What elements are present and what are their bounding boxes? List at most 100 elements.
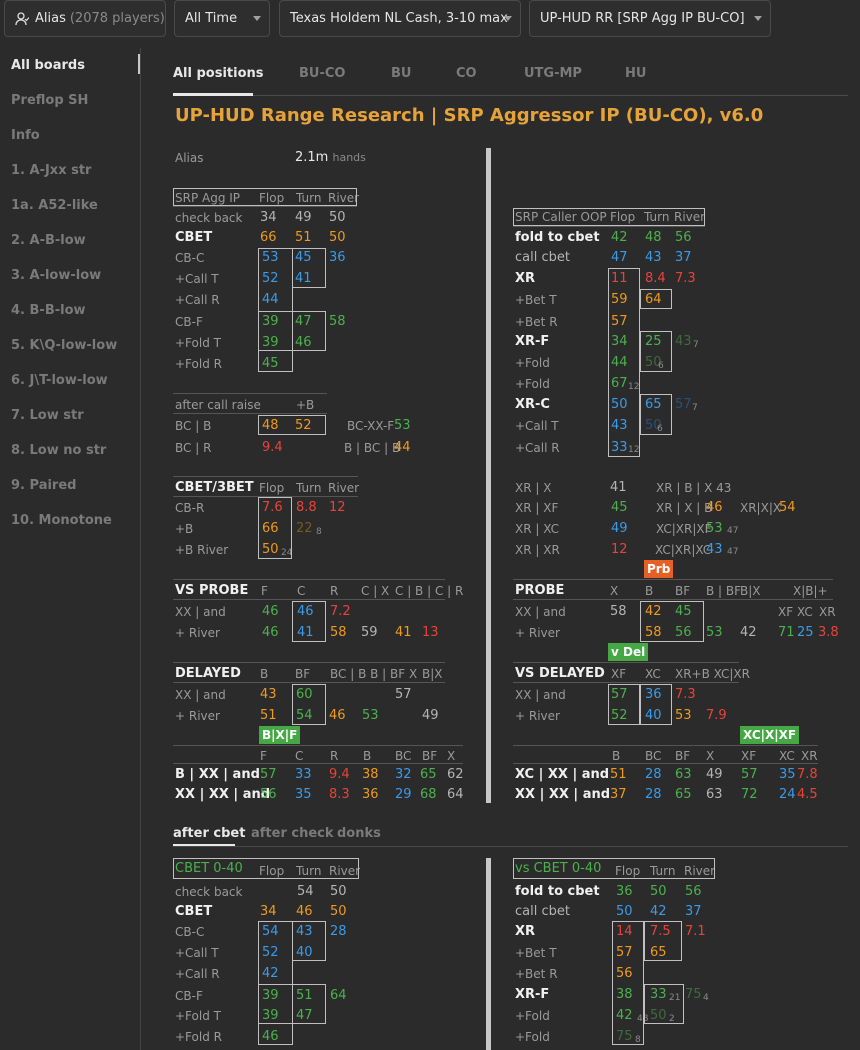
header-underline	[173, 662, 445, 663]
row-label: + River	[515, 709, 560, 723]
game-dropdown[interactable]: Texas Holdem NL Cash, 3-10 max	[279, 0, 521, 37]
vs-delayed-filter-button[interactable]: v Del	[608, 643, 649, 661]
stat-value: 65	[420, 767, 437, 782]
sample-count: 47	[727, 526, 739, 536]
header-underline	[513, 599, 833, 600]
fold-highlight-box	[258, 311, 326, 351]
tab-all-positions[interactable]: All positions	[173, 66, 264, 81]
tab-utg-mp[interactable]: UTG-MP	[524, 66, 582, 81]
row-label: check back	[175, 885, 243, 899]
tab-bu-co[interactable]: BU-CO	[299, 66, 345, 81]
sidebar-item-all-boards[interactable]: All boards	[11, 58, 85, 73]
alias-selector[interactable]: Alias (2078 players)	[4, 0, 166, 37]
tab-bu[interactable]: BU	[391, 66, 411, 81]
section-header: VS PROBE	[175, 583, 249, 598]
stat-value: 49	[422, 708, 439, 723]
col-header: C	[295, 749, 304, 763]
chevron-down-icon	[253, 16, 261, 21]
stat-value: 51	[260, 708, 277, 723]
col-header: X	[706, 749, 715, 763]
sample-count: 7	[692, 403, 698, 413]
stat-value: 3.8	[818, 625, 839, 640]
flop-highlight-box	[258, 921, 293, 1045]
row-label: XX | XX | and	[515, 787, 611, 802]
hud-dropdown[interactable]: UP-HUD RR [SRP Agg IP BU-CO]	[529, 0, 771, 37]
subtab-donks[interactable]: donks	[337, 826, 381, 841]
stat-value: 48	[645, 230, 662, 245]
col-header: BF	[675, 749, 691, 763]
stat-value: 35	[779, 767, 796, 782]
col-header: BC	[395, 749, 412, 763]
probe-filter-button[interactable]: Prb	[644, 560, 674, 578]
stat-value: 43	[260, 687, 277, 702]
sidebar-item-2-a-b-low[interactable]: 2. A-B-low	[11, 233, 86, 248]
subtab-divider	[173, 846, 848, 847]
tab-hu[interactable]: HU	[625, 66, 646, 81]
stat-value: 42	[650, 904, 667, 919]
stat-value: XR|X|X	[740, 501, 782, 515]
stat-value: 58	[610, 604, 627, 619]
highlight-box	[640, 289, 672, 309]
stat-value: 71	[778, 625, 795, 640]
header-underline	[173, 393, 327, 394]
row-label: +Call T	[515, 419, 559, 433]
stat-value: 59	[361, 625, 378, 640]
bxf-filter-button[interactable]: B|X|F	[259, 726, 301, 744]
sidebar-item-1a-a52-like[interactable]: 1a. A52-like	[11, 198, 98, 213]
row-label: XX | XX | and	[175, 787, 271, 802]
stat-value: 46	[296, 904, 313, 919]
stat-value: 7.9	[706, 708, 727, 723]
sidebar-item-10-monotone[interactable]: 10. Monotone	[11, 513, 112, 528]
tab-active-underline	[173, 93, 253, 96]
header-underline	[513, 662, 739, 663]
header-underline	[173, 682, 445, 683]
stat-value: 37	[610, 787, 627, 802]
header-underline	[513, 226, 705, 227]
stat-value: 53	[394, 418, 411, 433]
sidebar-item-6-j-t-low-low[interactable]: 6. J\T-low-low	[11, 373, 108, 388]
subtab-after-check[interactable]: after check	[251, 826, 334, 841]
tab-co[interactable]: CO	[456, 66, 477, 81]
highlight-box	[608, 268, 640, 457]
header-underline	[173, 413, 327, 414]
xcxxf-filter-button[interactable]: XC|X|XF	[740, 726, 800, 744]
turn-highlight-box	[292, 248, 326, 288]
sidebar-item-7-low-str[interactable]: 7. Low str	[11, 408, 84, 423]
stat-value: 34	[260, 904, 277, 919]
sidebar-item-info[interactable]: Info	[11, 128, 40, 143]
column-separator	[486, 148, 491, 803]
row-label: +Call T	[175, 946, 219, 960]
row-label: XR	[515, 271, 536, 286]
sidebar-item-8-low-no-str[interactable]: 8. Low no str	[11, 443, 106, 458]
stat-value: 28	[645, 767, 662, 782]
col-header: B	[645, 584, 654, 598]
highlight-box	[292, 601, 326, 642]
stat-value: 8.8	[296, 500, 317, 515]
stat-value: XF	[778, 605, 794, 619]
row-label: B | XX | and	[175, 767, 260, 782]
row-label: +Fold T	[175, 336, 221, 350]
sidebar-item-4-b-b-low[interactable]: 4. B-B-low	[11, 303, 86, 318]
highlight-box	[640, 331, 672, 372]
sidebar-item-5-k-q-low-low[interactable]: 5. K\Q-low-low	[11, 338, 117, 353]
subtab-after-cbet[interactable]: after cbet	[173, 826, 245, 841]
hud-value: UP-HUD RR [SRP Agg IP BU-CO]	[540, 11, 745, 26]
sidebar-item-preflop-sh[interactable]: Preflop SH	[11, 93, 88, 108]
row-label: XR | XC	[515, 522, 559, 536]
stat-value: 72	[741, 787, 758, 802]
time-dropdown[interactable]: All Time	[174, 0, 270, 37]
highlight-box	[292, 921, 326, 961]
stat-value: XR	[819, 605, 836, 619]
stat-value: 22	[296, 521, 313, 536]
stat-value: 46	[329, 708, 346, 723]
sidebar-item-3-a-low-low[interactable]: 3. A-low-low	[11, 268, 101, 283]
stat-value: 43	[706, 542, 723, 557]
sidebar-item-9-paired[interactable]: 9. Paired	[11, 478, 76, 493]
section-header: DELAYED	[175, 666, 241, 681]
sidebar-item-1-a-jxx-str[interactable]: 1. A-Jxx str	[11, 163, 91, 178]
stat-value: 56	[675, 230, 692, 245]
header-underline	[173, 745, 463, 746]
highlight-box	[640, 601, 704, 642]
tab-divider	[173, 95, 848, 96]
row-label: +Fold	[515, 377, 550, 391]
